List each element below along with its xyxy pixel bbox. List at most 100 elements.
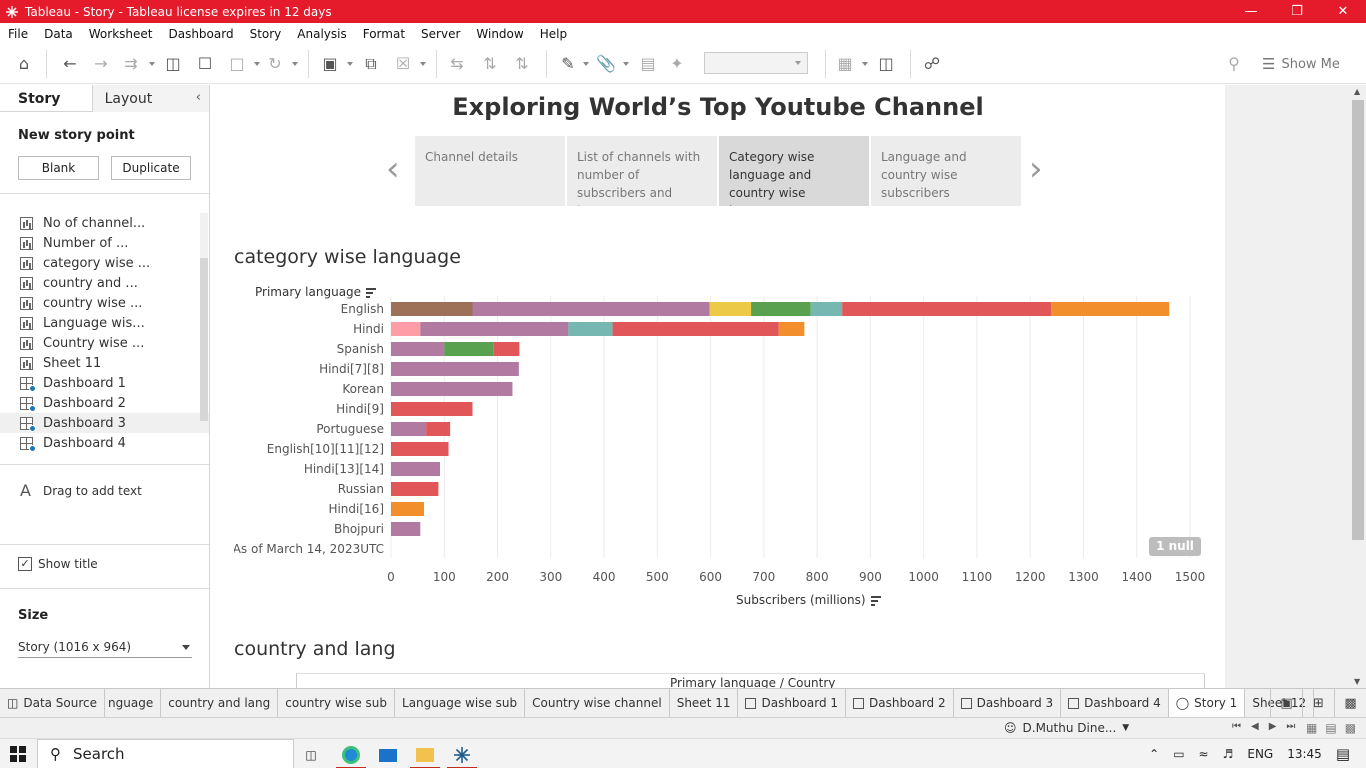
drag-to-add-text[interactable]: A Drag to add text xyxy=(20,481,142,500)
sheet-item[interactable]: Dashboard 2 xyxy=(0,393,209,413)
previous-story-point-icon[interactable]: ‹ xyxy=(386,152,400,186)
bar-segment[interactable] xyxy=(420,322,569,336)
new-datasource-icon[interactable]: ☐ xyxy=(195,54,215,74)
tab-story[interactable]: Story xyxy=(0,85,92,112)
bar-segment[interactable] xyxy=(1050,302,1170,316)
last-sheet-icon[interactable]: ⏭ xyxy=(1286,721,1295,732)
bar-segment[interactable] xyxy=(391,422,427,436)
menu-analysis[interactable]: Analysis xyxy=(289,27,354,41)
tab-sheet[interactable]: nguage xyxy=(105,689,162,717)
bar-segment[interactable] xyxy=(391,342,445,356)
close-icon[interactable]: ✕ xyxy=(1320,0,1366,23)
sheet-item[interactable]: No of channel... xyxy=(0,213,209,233)
wifi-icon[interactable]: ≈ xyxy=(1199,747,1209,761)
next-sheet-icon[interactable]: ▶ xyxy=(1269,721,1277,732)
bar-segment[interactable] xyxy=(391,482,439,496)
show-sheet-sorter-icon[interactable]: ▦ xyxy=(1306,721,1317,735)
sheet-list-scrollbar[interactable] xyxy=(200,213,208,421)
new-worksheet-icon[interactable]: ▣ xyxy=(320,54,340,74)
fix-axes-icon[interactable]: ✦ xyxy=(667,54,687,74)
tab-sheet[interactable]: country and lang xyxy=(161,689,279,717)
group-caret-icon[interactable] xyxy=(623,62,629,66)
menu-dashboard[interactable]: Dashboard xyxy=(160,27,241,41)
sort-descending-icon[interactable]: ⇅ xyxy=(512,54,532,74)
scrollbar-thumb[interactable] xyxy=(200,258,208,421)
scroll-up-icon[interactable]: ▲ xyxy=(1354,87,1360,96)
fit-icon[interactable]: ▦ xyxy=(835,54,855,74)
show-filmstrip-icon[interactable]: ▤ xyxy=(1325,721,1336,735)
redo-icon[interactable]: → xyxy=(91,54,111,74)
home-icon[interactable]: ⌂ xyxy=(14,54,34,74)
menu-help[interactable]: Help xyxy=(532,27,575,41)
bar-segment[interactable] xyxy=(391,362,519,376)
sheet-item[interactable]: country and ... xyxy=(0,273,209,293)
bar-segment[interactable] xyxy=(472,302,710,316)
menu-file[interactable]: File xyxy=(0,27,36,41)
tab-dashboard[interactable]: Dashboard 2 xyxy=(846,689,954,717)
pause-caret-icon[interactable] xyxy=(254,62,260,66)
bar-segment[interactable] xyxy=(391,442,449,456)
story-title[interactable]: Exploring World’s Top Youtube Channel xyxy=(213,93,1223,121)
new-worksheet-caret-icon[interactable] xyxy=(347,62,353,66)
collapse-pane-icon[interactable]: ‹ xyxy=(196,90,201,105)
null-indicator[interactable]: 1 null xyxy=(1149,537,1201,556)
menu-server[interactable]: Server xyxy=(413,27,468,41)
tab-sheet[interactable]: Language wise sub xyxy=(395,689,526,717)
minimize-icon[interactable]: — xyxy=(1228,0,1274,23)
replay-caret-icon[interactable] xyxy=(149,62,155,66)
new-story-icon[interactable]: ▩ xyxy=(1334,689,1366,717)
size-select[interactable]: Story (1016 x 964) xyxy=(18,637,192,658)
sheet-item[interactable]: Number of ... xyxy=(0,233,209,253)
refresh-caret-icon[interactable] xyxy=(292,62,298,66)
sheet-item[interactable]: Sheet 11 xyxy=(0,353,209,373)
pause-updates-icon[interactable]: □ xyxy=(227,54,247,74)
fit-caret-icon[interactable] xyxy=(862,62,868,66)
bar-segment[interactable] xyxy=(493,342,520,356)
story-point-2[interactable]: List of channels with number of subscrib… xyxy=(567,136,717,206)
scrollbar-thumb[interactable] xyxy=(1352,100,1364,540)
sheet-item[interactable]: country wise ... xyxy=(0,293,209,313)
replay-icon[interactable]: ⇉ xyxy=(121,54,141,74)
notifications-icon[interactable]: ▤ xyxy=(1336,745,1350,763)
bar-segment[interactable] xyxy=(709,302,752,316)
group-icon[interactable]: 📎 xyxy=(596,54,616,74)
share-icon[interactable]: ☍ xyxy=(922,54,942,74)
menu-format[interactable]: Format xyxy=(355,27,413,41)
x-axis-title[interactable]: Subscribers (millions) xyxy=(736,593,881,607)
battery-icon[interactable]: ▭ xyxy=(1173,747,1184,761)
user-menu[interactable]: ☺ D.Muthu Dine... ▼ xyxy=(1004,721,1129,735)
bar-segment[interactable] xyxy=(612,322,779,336)
story-point-1[interactable]: Channel details xyxy=(415,136,565,206)
tab-data-source[interactable]: ◫ Data Source xyxy=(0,689,106,717)
highlight-caret-icon[interactable] xyxy=(583,62,589,66)
highlight-icon[interactable]: ✎ xyxy=(558,54,578,74)
sort-ascending-icon[interactable]: ⇅ xyxy=(480,54,500,74)
duplicate-sheet-icon[interactable]: ⧉ xyxy=(361,54,381,74)
sheet-item[interactable]: category wise ... xyxy=(0,253,209,273)
clear-caret-icon[interactable] xyxy=(420,62,426,66)
sheet-item[interactable]: Dashboard 3 xyxy=(0,413,209,433)
previous-sheet-icon[interactable]: ◀ xyxy=(1251,721,1259,732)
chevron-up-icon[interactable]: ⌃ xyxy=(1149,747,1159,761)
new-worksheet-icon[interactable]: ▣ xyxy=(1270,689,1302,717)
menu-window[interactable]: Window xyxy=(468,27,531,41)
blank-button[interactable]: Blank xyxy=(18,156,99,180)
first-sheet-icon[interactable]: ⏮ xyxy=(1232,721,1241,732)
swap-rows-columns-icon[interactable]: ⇆ xyxy=(447,54,467,74)
menu-worksheet[interactable]: Worksheet xyxy=(81,27,161,41)
format-painter-icon[interactable]: ⚲ xyxy=(1224,54,1244,74)
tab-dashboard[interactable]: Dashboard 4 xyxy=(1061,689,1169,717)
clear-sheet-icon[interactable]: ☒ xyxy=(393,54,413,74)
bar-segment[interactable] xyxy=(842,302,1051,316)
save-icon[interactable]: ◫ xyxy=(163,54,183,74)
bar-segment[interactable] xyxy=(810,302,843,316)
taskbar-search[interactable]: ⚲ Search xyxy=(37,739,294,768)
next-story-point-icon[interactable]: › xyxy=(1029,152,1043,186)
tab-dashboard[interactable]: Dashboard 3 xyxy=(954,689,1062,717)
mail-icon[interactable] xyxy=(373,742,403,768)
task-view-icon[interactable]: ◫ xyxy=(296,742,326,768)
bar-segment[interactable] xyxy=(778,322,805,336)
tab-layout[interactable]: Layout ‹ xyxy=(91,85,209,112)
bar-segment[interactable] xyxy=(391,502,425,516)
bar-segment[interactable] xyxy=(391,462,441,476)
